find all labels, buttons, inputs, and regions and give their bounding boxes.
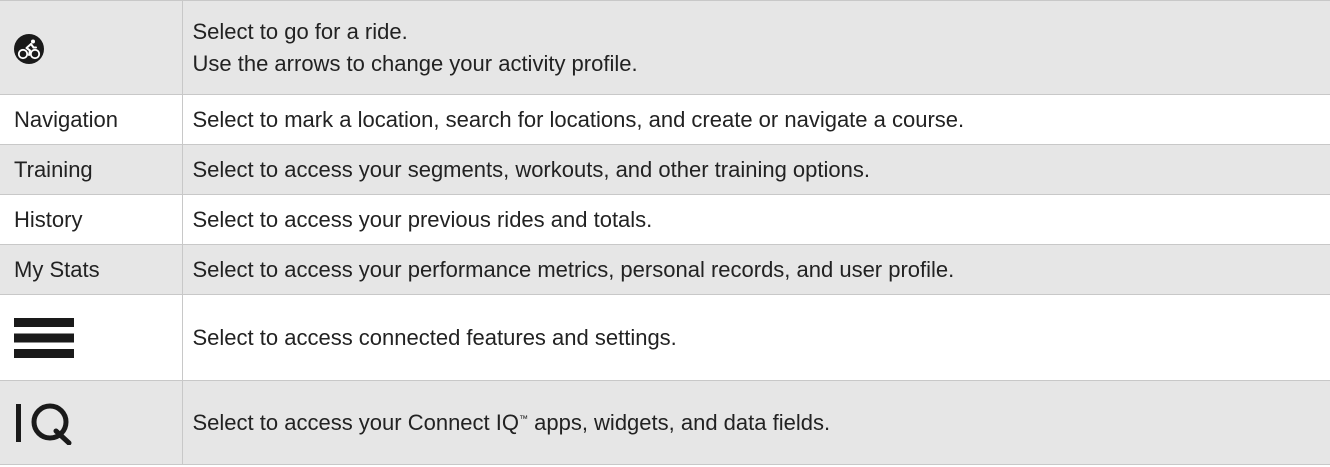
description-line: Use the arrows to change your activity p… xyxy=(192,50,638,76)
description-line: Select to go for a ride. xyxy=(192,18,408,44)
description-text: apps, widgets, and data fields. xyxy=(528,409,831,435)
row-description: Select to access your segments, workouts… xyxy=(192,156,870,182)
table-row: Navigation Select to mark a location, se… xyxy=(0,94,1330,145)
row-description: Select to mark a location, search for lo… xyxy=(192,106,965,132)
table-row: Select to access your Connect IQ™ apps, … xyxy=(0,380,1330,465)
bike-icon xyxy=(14,33,44,64)
row-key xyxy=(0,0,183,95)
connect-iq-icon xyxy=(16,403,72,445)
row-description: Select to go for a ride. Use the arrows … xyxy=(182,1,1330,95)
menu-reference-table: Select to go for a ride. Use the arrows … xyxy=(0,0,1330,465)
menu-icon xyxy=(14,317,74,358)
table-row: Select to go for a ride. Use the arrows … xyxy=(0,0,1330,95)
row-description: Select to access your Connect IQ™ apps, … xyxy=(182,381,1330,465)
row-label: My Stats xyxy=(0,244,183,295)
row-label: Training xyxy=(0,144,183,195)
table-row: History Select to access your previous r… xyxy=(0,194,1330,245)
table-row: My Stats Select to access your performan… xyxy=(0,244,1330,295)
row-label: History xyxy=(0,194,183,245)
trademark-symbol: ™ xyxy=(519,413,528,424)
row-key xyxy=(0,294,183,381)
table-row: Training Select to access your segments,… xyxy=(0,144,1330,195)
row-description: Select to access connected features and … xyxy=(192,324,677,350)
row-description: Select to access your performance metric… xyxy=(192,256,955,282)
row-description: Select to access your previous rides and… xyxy=(192,206,653,232)
row-label: Navigation xyxy=(0,94,183,145)
table-row: Select to access connected features and … xyxy=(0,294,1330,381)
row-key xyxy=(0,380,183,465)
description-text: Select to access your Connect IQ xyxy=(192,409,520,435)
